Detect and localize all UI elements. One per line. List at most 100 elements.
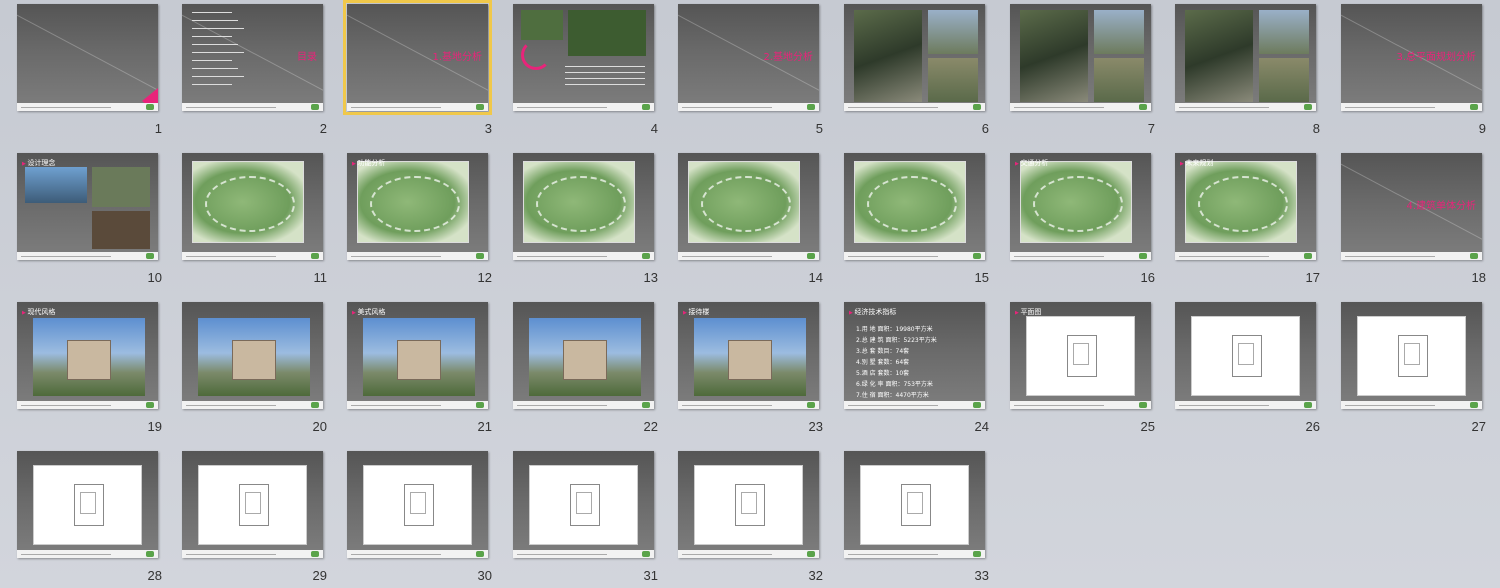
slide-thumbnail[interactable]: [844, 451, 985, 558]
slide-thumbnail[interactable]: [17, 451, 158, 558]
slide-number: 22: [643, 419, 658, 434]
slide-title: 4.建筑单体分析: [1406, 201, 1476, 212]
slide-title: 功能分析: [352, 158, 385, 168]
slide-number: 19: [147, 419, 162, 434]
site-plan-image: [523, 161, 635, 243]
slide-number: 1: [154, 121, 162, 136]
footer-line: [848, 256, 938, 257]
slide-number: 11: [313, 270, 328, 285]
slide-thumbnail[interactable]: 1.基地分析: [343, 0, 492, 115]
footer-line: [1345, 256, 1435, 257]
slide-number: 17: [1305, 270, 1320, 285]
slide-thumbnail[interactable]: [678, 451, 819, 558]
slide-title: 目录: [297, 52, 317, 63]
indicator-item: 1.用 地 面积：19980平方米: [856, 326, 933, 333]
slide-number: 6: [981, 121, 989, 136]
slide-number: 16: [1140, 270, 1155, 285]
footer-line: [1014, 405, 1104, 406]
slide-thumbnail[interactable]: [513, 302, 654, 409]
slide-number: 28: [147, 568, 162, 583]
photo: [1094, 10, 1144, 54]
floor-plan-drawing: [1026, 316, 1135, 396]
site-plan-image: [688, 161, 800, 243]
photo: [92, 167, 150, 207]
slide-thumbnail[interactable]: 2.基地分析: [678, 4, 819, 111]
footer-line: [351, 405, 441, 406]
slide-thumbnail[interactable]: 平面图: [1010, 302, 1151, 409]
slide-thumbnail[interactable]: [347, 451, 488, 558]
footer-line: [186, 554, 276, 555]
footer-line: [1345, 107, 1435, 108]
slide-thumbnail[interactable]: [513, 153, 654, 260]
floor-plan-drawing: [1357, 316, 1466, 396]
slide-number: 31: [643, 568, 658, 583]
footer-line: [848, 107, 938, 108]
footer-line: [682, 107, 772, 108]
slide-number: 18: [1471, 270, 1486, 285]
floor-plan-drawing: [529, 465, 638, 545]
floor-plan-drawing: [860, 465, 969, 545]
slide-number: 12: [477, 270, 492, 285]
slide-diagonal-line: [17, 4, 158, 109]
slide-title: 现代风格: [22, 307, 55, 317]
slide-number: 25: [1140, 419, 1155, 434]
slide-thumbnail[interactable]: [844, 153, 985, 260]
slide-thumbnail[interactable]: 未来规划: [1175, 153, 1316, 260]
slide-number: 5: [815, 121, 823, 136]
building-shape: [232, 340, 276, 380]
toc-line: [192, 12, 232, 13]
site-plan-image: [854, 161, 966, 243]
photo: [1094, 58, 1144, 102]
slide-thumbnail[interactable]: [678, 153, 819, 260]
slide-thumbnail[interactable]: 功能分析: [347, 153, 488, 260]
slide-title: 2.基地分析: [763, 52, 813, 63]
toc-line: [192, 20, 238, 21]
slide-thumbnail[interactable]: 接待楼: [678, 302, 819, 409]
building-shape: [397, 340, 441, 380]
slide-thumbnail[interactable]: 目录: [182, 4, 323, 111]
floor-plan-drawing: [694, 465, 803, 545]
footer-line: [848, 405, 938, 406]
slide-thumbnail[interactable]: [1341, 302, 1482, 409]
footer-line: [186, 405, 276, 406]
toc-line: [192, 28, 244, 29]
slide-thumbnail[interactable]: 1.用 地 面积：19980平方米 2.总 建 筑 面积：5223平方米 3.总 套…: [844, 302, 985, 409]
slide-number: 20: [312, 419, 327, 434]
footer-line: [351, 554, 441, 555]
indicator-item: 6.绿 化 率 面积：753平方米: [856, 381, 933, 388]
footer-line: [21, 107, 111, 108]
footer-line: [1179, 405, 1269, 406]
toc-line: [192, 76, 244, 77]
slide-number: 26: [1305, 419, 1320, 434]
slide-thumbnail[interactable]: [1010, 4, 1151, 111]
slide-title: 3.总平面规划分析: [1396, 52, 1476, 63]
slide-thumbnail[interactable]: [513, 4, 654, 111]
slide-thumbnail[interactable]: [1175, 302, 1316, 409]
footer-line: [351, 256, 441, 257]
slide-number: 7: [1147, 121, 1155, 136]
footer-line: [517, 256, 607, 257]
slide-thumbnail[interactable]: [844, 4, 985, 111]
slide-thumbnail[interactable]: [513, 451, 654, 558]
footer-line: [682, 256, 772, 257]
slide-thumbnail[interactable]: 设计理念: [17, 153, 158, 260]
slide-thumbnail[interactable]: 4.建筑单体分析: [1341, 153, 1482, 260]
photo: [928, 58, 978, 102]
photo: [92, 211, 150, 249]
photo: [1259, 10, 1309, 54]
slide-thumbnail[interactable]: 现代风格: [17, 302, 158, 409]
slide-thumbnail[interactable]: [1175, 4, 1316, 111]
footer-line: [186, 256, 276, 257]
slide-thumbnail[interactable]: [182, 451, 323, 558]
slide-thumbnail[interactable]: 3.总平面规划分析: [1341, 4, 1482, 111]
slide-thumbnail[interactable]: [17, 4, 158, 111]
slide-thumbnail[interactable]: [182, 153, 323, 260]
slide-thumbnail[interactable]: 交通分析: [1010, 153, 1151, 260]
slide-thumbnail[interactable]: [182, 302, 323, 409]
toc-line: [192, 36, 232, 37]
photo: [1259, 58, 1309, 102]
slide-number: 13: [643, 270, 658, 285]
footer-line: [517, 107, 607, 108]
slide-thumbnail[interactable]: 美式风格: [347, 302, 488, 409]
footer-line: [1014, 107, 1104, 108]
